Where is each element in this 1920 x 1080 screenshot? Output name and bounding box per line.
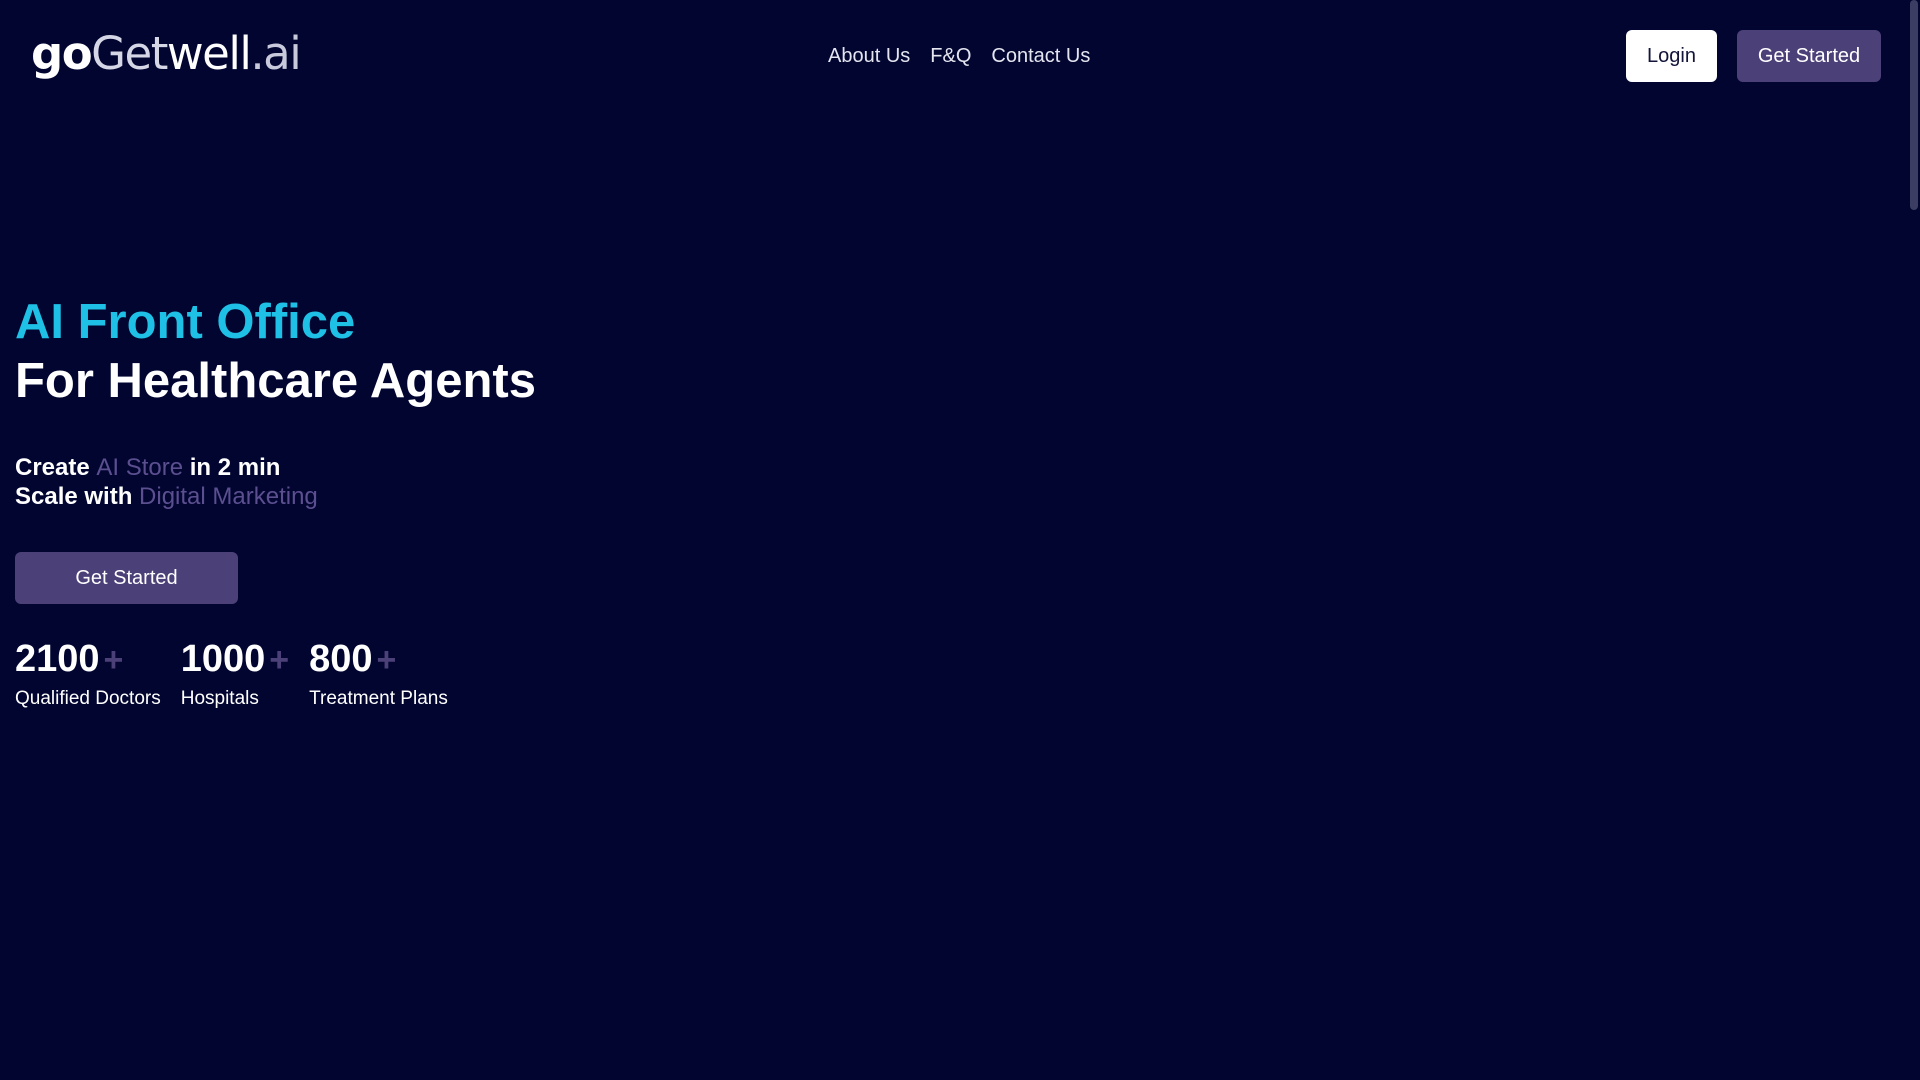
main-nav: About Us F&Q Contact Us: [828, 42, 1090, 70]
header-get-started-button[interactable]: Get Started: [1737, 30, 1881, 82]
stat-value-row: 2100 +: [15, 636, 161, 683]
logo-part-go: go: [31, 27, 93, 80]
hero-title-line2: For Healthcare Agents: [15, 354, 536, 408]
logo-part-ai: .ai: [250, 27, 301, 80]
hero-title-line1: AI Front Office: [15, 295, 356, 349]
nav-contact-us[interactable]: Contact Us: [991, 42, 1090, 70]
subtitle-scale-prefix: Scale with: [15, 483, 140, 510]
landing-page: goGetwell.ai About Us F&Q Contact Us Log…: [0, 0, 1920, 1080]
stat-value: 800: [309, 638, 373, 680]
stat-label: Hospitals: [180, 688, 259, 709]
stat-hospitals: 1000 + Hospitals: [181, 636, 289, 713]
subtitle-digital-marketing-highlight: Digital Marketing: [139, 483, 318, 510]
page-scrollbar[interactable]: [1908, 0, 1920, 1080]
logo-part-get: Get: [91, 27, 168, 80]
hero-subtitle-create: Create AI Store in 2 min: [15, 453, 280, 483]
login-button[interactable]: Login: [1626, 30, 1717, 82]
stat-value: 1000: [180, 638, 266, 680]
stat-label: Treatment Plans: [309, 688, 448, 709]
plus-icon: +: [103, 641, 124, 679]
plus-icon: +: [269, 641, 290, 679]
nav-about-us[interactable]: About Us: [828, 42, 910, 70]
stat-label: Qualified Doctors: [15, 688, 161, 709]
stat-value-row: 1000 +: [181, 636, 289, 683]
scrollbar-thumb[interactable]: [1910, 0, 1918, 210]
brand-logo[interactable]: goGetwell.ai: [31, 26, 302, 82]
hero-get-started-button[interactable]: Get Started: [15, 552, 238, 604]
stats-row: 2100 + Qualified Doctors 1000 + Hospitals …: [15, 636, 448, 713]
nav-faq[interactable]: F&Q: [930, 42, 971, 70]
subtitle-create-prefix: Create: [15, 454, 97, 481]
subtitle-ai-store-highlight: AI Store: [96, 454, 184, 481]
stat-value-row: 800 +: [309, 636, 448, 683]
hero-subtitle-scale: Scale with Digital Marketing: [15, 482, 318, 512]
stat-treatment-plans: 800 + Treatment Plans: [309, 636, 448, 713]
plus-icon: +: [376, 641, 397, 679]
logo-part-well: well: [166, 27, 252, 80]
stat-value: 2100: [15, 638, 100, 680]
subtitle-create-suffix: in 2 min: [183, 454, 281, 481]
stat-qualified-doctors: 2100 + Qualified Doctors: [15, 636, 161, 713]
